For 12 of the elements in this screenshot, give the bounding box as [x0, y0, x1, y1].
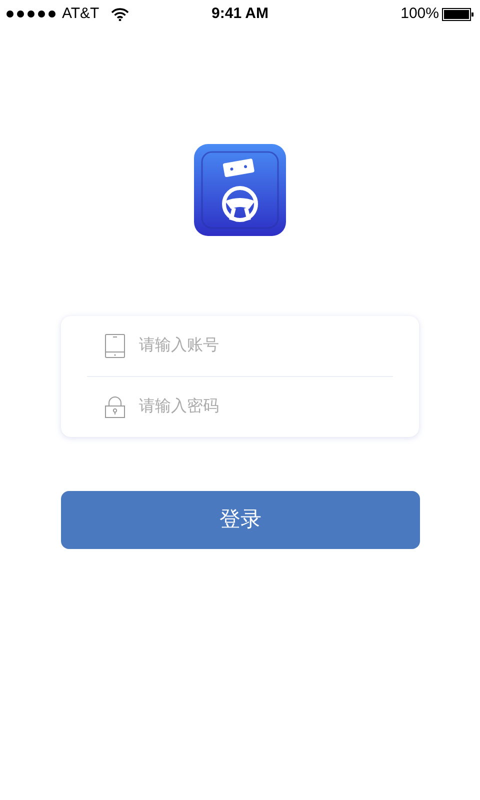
input-field[interactable]: 请输入密码: [139, 388, 393, 424]
battery-percent: 100%: [400, 4, 439, 24]
app-logo-icon: [194, 144, 286, 236]
lock-icon: [105, 396, 125, 418]
signal-icon: [6, 10, 58, 18]
input-field[interactable]: 请输入账号: [139, 328, 393, 364]
battery-icon: [442, 8, 474, 20]
login-button[interactable]: 登录: [61, 491, 420, 549]
carrier-name: AT&T: [62, 4, 100, 24]
wifi-icon: [111, 8, 130, 20]
phone-icon: [105, 334, 125, 358]
clock-time: 9:41 AM: [212, 4, 268, 24]
